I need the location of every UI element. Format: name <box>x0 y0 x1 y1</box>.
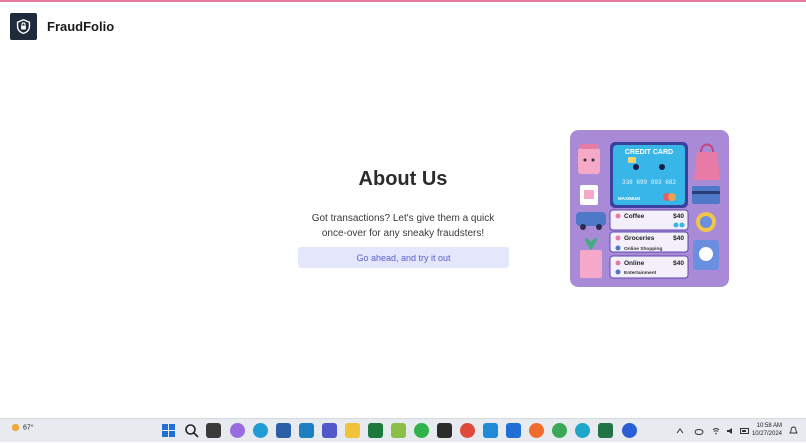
copilot-icon[interactable] <box>230 423 245 438</box>
credit-card-illustration: CREDIT CARD 338 699 993 682 MAXIMUM Coff… <box>570 130 729 287</box>
start-icon[interactable] <box>161 423 176 438</box>
shield-lock-icon[interactable] <box>10 12 37 40</box>
clock-date: 10/27/2024 <box>751 431 782 437</box>
transaction-amount: $40 <box>673 260 684 267</box>
outlook-icon[interactable] <box>506 423 521 438</box>
transaction-label: Online <box>624 260 645 267</box>
windows-taskbar: 67° 10:58 AM 10/27/2024 <box>0 418 806 442</box>
cloud-icon[interactable] <box>694 426 704 436</box>
page-title: About Us <box>358 168 448 190</box>
file-explorer-icon[interactable] <box>345 423 360 438</box>
transaction-sub: Entertainment <box>624 270 657 276</box>
postman-icon[interactable] <box>529 423 544 438</box>
excel-icon[interactable] <box>368 423 383 438</box>
excel-green-icon[interactable] <box>598 423 613 438</box>
whatsapp-icon[interactable] <box>414 423 429 438</box>
clock-time: 10:58 AM <box>756 423 782 429</box>
card-number: 338 699 993 682 <box>622 179 676 186</box>
teams-icon[interactable] <box>322 423 337 438</box>
photos-icon[interactable] <box>299 423 314 438</box>
app-header: FraudFolio <box>0 2 806 50</box>
card-title: CREDIT CARD <box>625 149 673 156</box>
chrome-profile-icon[interactable] <box>552 423 567 438</box>
vpn-icon[interactable] <box>391 423 406 438</box>
try-it-out-button[interactable]: Go ahead, and try it out <box>298 247 509 268</box>
task-view-icon[interactable] <box>206 423 221 438</box>
transaction-list: Coffee $40 Groceries $40 Online Shopping… <box>609 209 689 279</box>
battery-icon[interactable] <box>740 427 750 435</box>
store-icon[interactable] <box>276 423 291 438</box>
chrome-icon[interactable] <box>460 423 475 438</box>
edge-icon[interactable] <box>253 423 268 438</box>
transaction-label: Coffee <box>624 213 645 220</box>
weather-sun-icon <box>11 423 20 432</box>
card-brand: MAXIMUM <box>618 196 640 201</box>
search-icon[interactable] <box>184 423 199 438</box>
volume-icon[interactable] <box>726 427 736 435</box>
clock[interactable]: 10:58 AM 10/27/2024 <box>752 422 782 438</box>
system-tray <box>676 419 750 443</box>
edge-dev-icon[interactable] <box>575 423 590 438</box>
transaction-amount: $40 <box>673 235 684 242</box>
transaction-sub: Online Shopping <box>624 246 662 252</box>
transaction-amount: $40 <box>673 213 684 220</box>
weather-widget[interactable]: 67° <box>10 422 34 433</box>
blue-circle-app-icon[interactable] <box>622 423 637 438</box>
wifi-icon[interactable] <box>712 427 720 435</box>
weather-temp: 67° <box>22 424 34 432</box>
brand-name[interactable]: FraudFolio <box>47 19 114 34</box>
about-description: Got transactions? Let's give them a quic… <box>311 213 495 239</box>
transaction-label: Groceries <box>624 235 655 242</box>
notification-bell-icon[interactable] <box>789 426 798 435</box>
vscode-icon[interactable] <box>483 423 498 438</box>
chevron-up-icon[interactable] <box>676 427 684 435</box>
terminal-icon[interactable] <box>437 423 452 438</box>
